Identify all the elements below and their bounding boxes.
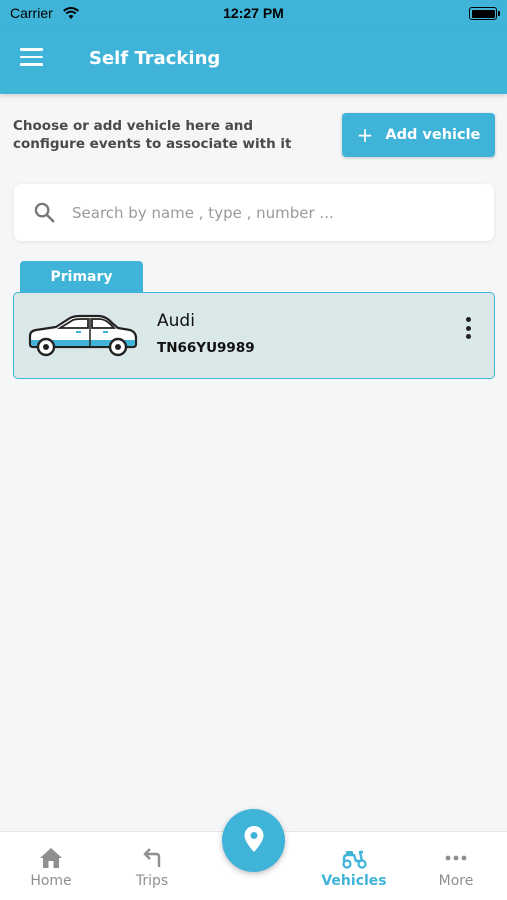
search-input[interactable] bbox=[72, 198, 472, 228]
vehicle-number: TN66YU9989 bbox=[157, 340, 255, 356]
car-icon bbox=[26, 314, 138, 362]
battery-icon bbox=[469, 7, 500, 20]
home-icon bbox=[11, 846, 91, 870]
plus-icon: + bbox=[356, 123, 374, 147]
search-box bbox=[14, 184, 494, 241]
nav-home-label: Home bbox=[30, 873, 72, 889]
intro-text: Choose or add vehicle here and configure… bbox=[13, 118, 292, 152]
nav-home[interactable]: Home bbox=[11, 832, 91, 900]
nav-vehicles-label: Vehicles bbox=[321, 873, 387, 889]
vehicle-name: Audi bbox=[157, 311, 195, 331]
primary-tag: Primary bbox=[20, 261, 143, 293]
add-vehicle-button[interactable]: + Add vehicle bbox=[342, 113, 495, 157]
nav-vehicles[interactable]: Vehicles bbox=[314, 832, 394, 900]
nav-more-label: More bbox=[438, 873, 474, 889]
clock: 12:27 PM bbox=[223, 5, 284, 21]
location-pin-icon bbox=[243, 825, 265, 857]
nav-more[interactable]: More bbox=[416, 832, 496, 900]
vehicle-card[interactable]: Audi TN66YU9989 bbox=[13, 292, 495, 379]
app-bar: Self Tracking bbox=[0, 28, 507, 94]
vertical-more-icon[interactable] bbox=[458, 315, 478, 341]
hamburger-menu-icon[interactable] bbox=[20, 48, 50, 74]
scooter-icon bbox=[314, 846, 394, 870]
add-vehicle-label: Add vehicle bbox=[385, 127, 481, 143]
page-title: Self Tracking bbox=[89, 48, 221, 69]
status-bar: Carrier 12:27 PM bbox=[0, 0, 507, 28]
turn-left-arrow-icon bbox=[112, 846, 192, 870]
nav-trips[interactable]: Trips bbox=[112, 832, 192, 900]
location-fab-button[interactable] bbox=[222, 809, 285, 872]
nav-trips-label: Trips bbox=[135, 873, 169, 889]
search-icon bbox=[33, 201, 56, 228]
more-dots-icon bbox=[416, 846, 496, 870]
